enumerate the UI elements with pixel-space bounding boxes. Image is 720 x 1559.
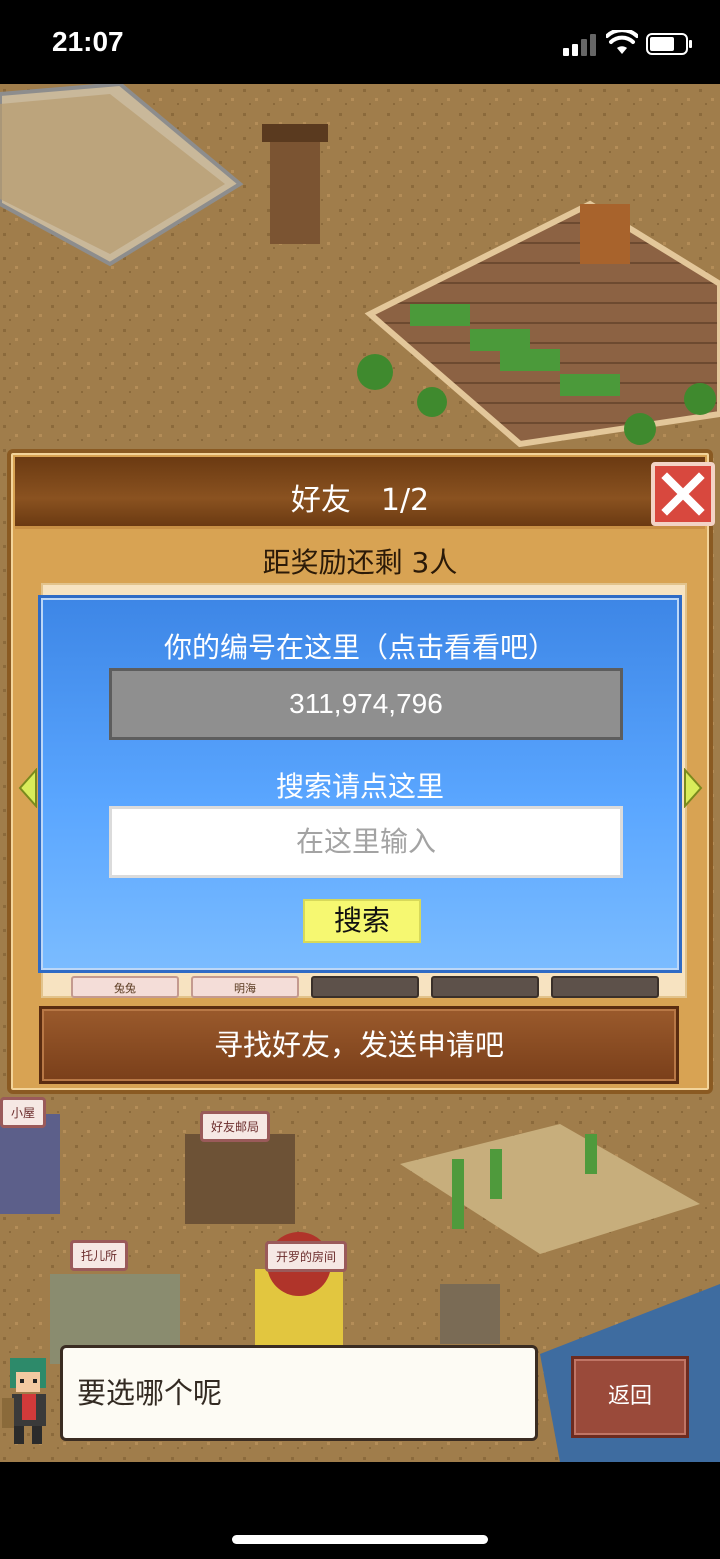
search-caption: 搜索请点这里	[275, 770, 444, 803]
close-x-icon	[661, 472, 705, 516]
building-tag-daycare[interactable]: 托儿所	[70, 1240, 129, 1271]
status-time: 21:07	[52, 26, 124, 57]
dialog-title: 好友 1/2	[290, 483, 430, 518]
speech-bubble: 要选哪个呢	[60, 1345, 538, 1441]
friend-slot-4[interactable]	[431, 976, 539, 998]
building-tag-small-house[interactable]: 小屋	[0, 1097, 47, 1128]
search-input[interactable]: 在这里输入	[109, 806, 623, 878]
close-button[interactable]	[651, 462, 715, 526]
cellular-signal-icon	[563, 34, 597, 56]
friend-slot-1[interactable]: 兔兔	[71, 976, 179, 998]
find-friends-button[interactable]: 寻找好友，发送申请吧	[39, 1006, 679, 1084]
friend-slot-2[interactable]: 明海	[191, 976, 299, 998]
character-avatar	[2, 1358, 46, 1444]
status-bar: 21:07	[0, 0, 720, 84]
reward-progress-text: 距奖励还剩 3人	[262, 546, 458, 579]
battery-icon	[646, 33, 692, 55]
building-tag-kairo-room[interactable]: 开罗的房间	[265, 1241, 348, 1272]
id-caption[interactable]: 你的编号在这里（点击看看吧）	[41, 626, 679, 666]
wifi-icon	[606, 30, 638, 54]
arrow-left-icon[interactable]	[18, 768, 38, 808]
home-indicator[interactable]	[232, 1535, 488, 1544]
friend-code-panel: 你的编号在这里（点击看看吧） 311,974,796 搜索请点这里 在这里输入 …	[38, 595, 682, 973]
building-tag-friend-post[interactable]: 好友邮局	[200, 1111, 271, 1142]
back-button[interactable]: 返回	[571, 1356, 689, 1438]
home-bar-area	[0, 1462, 720, 1559]
player-id-display[interactable]: 311,974,796	[109, 668, 623, 740]
arrow-right-icon[interactable]	[683, 768, 703, 808]
dialog-header: 好友 1/2	[15, 457, 715, 529]
friend-slot-3[interactable]	[311, 976, 419, 998]
friend-slot-5[interactable]	[551, 976, 659, 998]
search-button[interactable]: 搜索	[303, 899, 421, 943]
